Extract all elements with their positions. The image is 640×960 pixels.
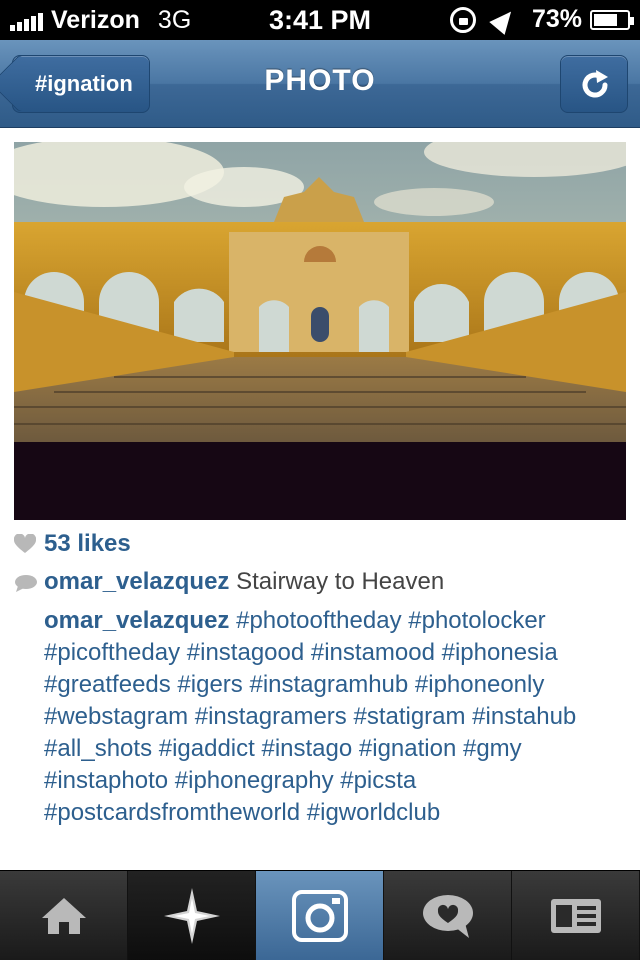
tab-home[interactable]: [0, 871, 128, 960]
comment-username[interactable]: omar_velazquez: [44, 607, 229, 634]
tab-camera[interactable]: [256, 871, 384, 960]
rotation-lock-icon: [449, 6, 476, 33]
caption: omar_velazquez Stairway to Heaven: [14, 566, 626, 598]
photo-image: [14, 142, 626, 520]
caption-text: Stairway to Heaven: [236, 568, 445, 595]
navigation-bar: #ignation PHOTO: [0, 40, 640, 128]
profile-card-icon: [550, 899, 601, 933]
tab-activity[interactable]: [384, 871, 512, 960]
battery-icon: [590, 9, 634, 30]
location-icon: [489, 4, 519, 35]
battery-percent: 73%: [531, 5, 582, 33]
comment: omar_velazquez #photooftheday #photolock…: [14, 605, 626, 829]
likes-row[interactable]: 53 likes: [14, 530, 131, 558]
tab-profile[interactable]: [512, 871, 640, 960]
explore-star-icon: [163, 888, 220, 944]
activity-heart-bubble-icon: [422, 895, 473, 938]
heart-icon: [14, 534, 36, 553]
camera-icon: [291, 890, 348, 942]
tab-explore[interactable]: [128, 871, 256, 960]
comment-hashtags[interactable]: #photooftheday #photolocker #picoftheday…: [44, 607, 576, 826]
refresh-icon: [582, 70, 608, 98]
tab-bar: [0, 870, 640, 960]
back-button-label: #ignation: [35, 71, 133, 96]
comment-bubble-icon: [15, 575, 37, 592]
likes-count[interactable]: 53 likes: [44, 530, 131, 558]
status-right: 73%: [449, 4, 634, 35]
refresh-button[interactable]: [560, 55, 628, 113]
status-bar: Verizon 3G 3:41 PM 73%: [0, 0, 640, 40]
caption-username[interactable]: omar_velazquez: [44, 568, 229, 595]
post-photo[interactable]: [14, 142, 626, 520]
home-icon: [41, 898, 86, 934]
